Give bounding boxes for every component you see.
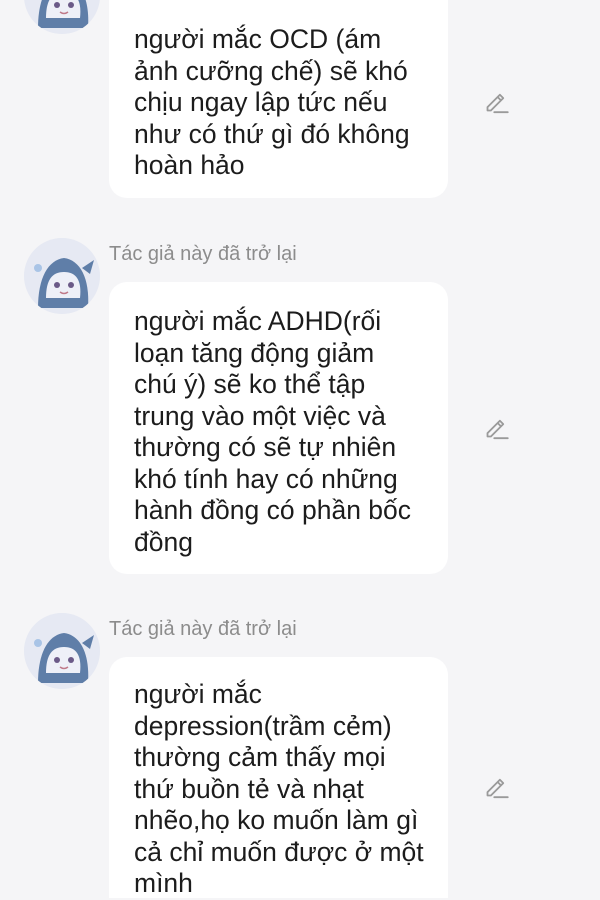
pencil-icon[interactable]: [483, 414, 510, 441]
message-line: hành đồng có phần bốc: [134, 495, 412, 525]
avatar[interactable]: [24, 238, 100, 314]
message-line: thường cảm thấy mọi: [134, 742, 386, 772]
avatar-icon: [24, 613, 100, 689]
message-line: nhẽo,họ ko muốn làm gì: [134, 805, 419, 835]
message-bubble[interactable]: người mắc ADHD(rối loạn tăng động giảm c…: [109, 282, 448, 574]
message-bubble[interactable]: người mắc depression(trầm cẻm) thường cả…: [109, 657, 448, 898]
message-line: hoàn hảo: [134, 150, 245, 180]
message-line: thứ buồn tẻ và nhạt: [134, 773, 364, 804]
message-line: mình: [134, 868, 193, 898]
message-line: chú ý) sẽ ko thể tập: [134, 369, 366, 399]
message-line: cả chỉ muốn được ở một: [134, 836, 424, 867]
chat-screen: { "icons": { "avatar": "avatar-icon", "e…: [0, 0, 600, 898]
avatar-icon: [24, 0, 100, 34]
author-label: Tác giả này đã trở lại: [109, 618, 297, 640]
message-line: người mắc ADHD(rối: [134, 306, 382, 336]
message-bubble[interactable]: người mắc OCD (ám ảnh cưỡng chế) sẽ khó …: [109, 0, 448, 198]
avatar[interactable]: [24, 613, 100, 689]
message-line: đồng: [134, 526, 193, 557]
message-line: người mắc OCD (ám: [134, 24, 382, 54]
message-line: khó tính hay có những: [134, 463, 398, 494]
pencil-icon[interactable]: [483, 88, 510, 115]
message-line: ảnh cưỡng chế) sẽ khó: [134, 55, 408, 86]
message-line: loạn tăng động giảm: [134, 337, 375, 368]
avatar-icon: [24, 238, 100, 314]
avatar[interactable]: [24, 0, 100, 34]
message-line: người mắc: [134, 679, 262, 709]
message-line: trung vào một việc và: [134, 400, 386, 431]
message-line: depression(trầm cẻm): [134, 710, 392, 741]
pencil-icon[interactable]: [483, 773, 510, 800]
message-line: như có thứ gì đó không: [134, 118, 410, 149]
message-line: chịu ngay lập tức nếu: [134, 87, 388, 117]
author-label: Tác giả này đã trở lại: [109, 243, 297, 265]
message-line: thường có sẽ tự nhiên: [134, 432, 397, 462]
